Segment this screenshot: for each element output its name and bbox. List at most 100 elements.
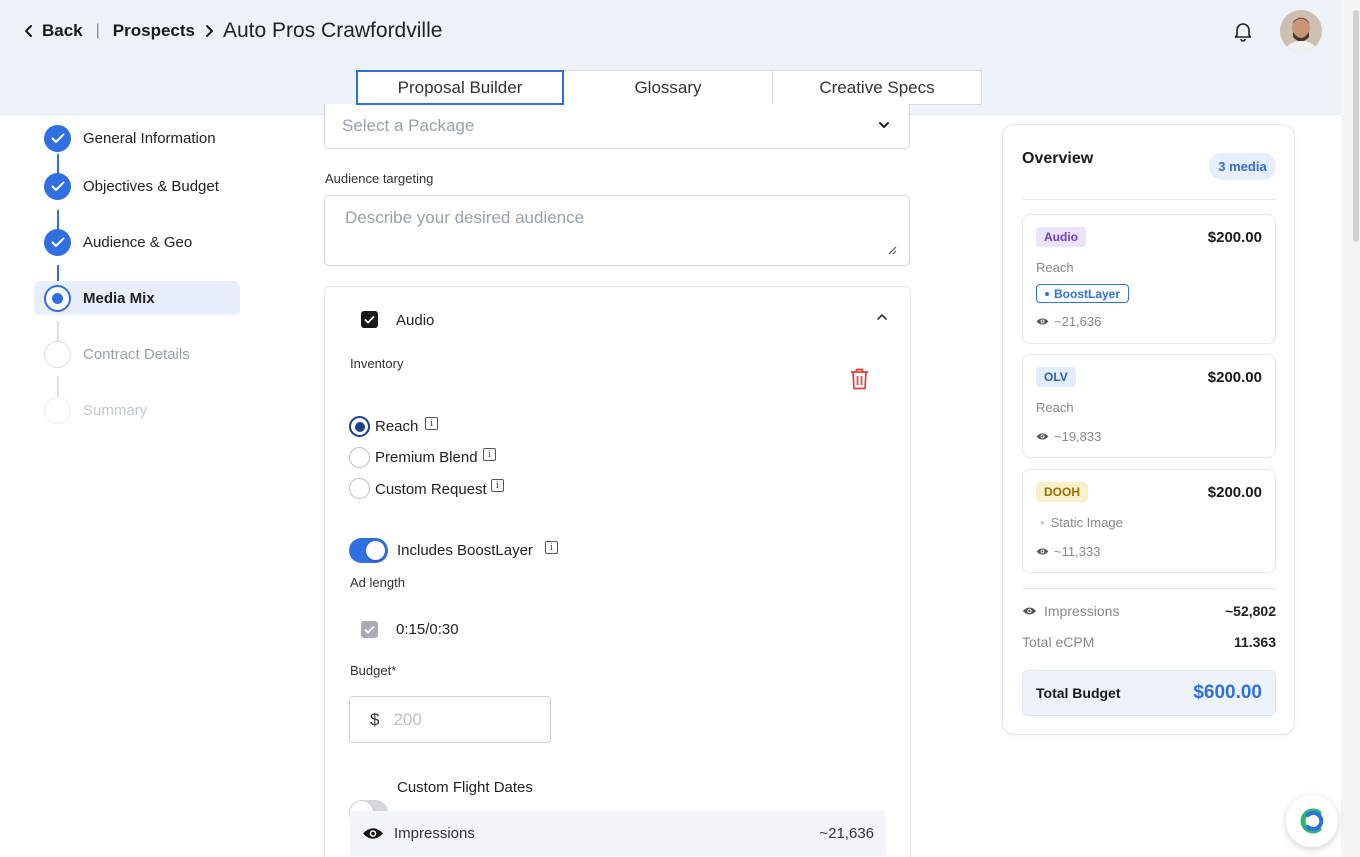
resize-grip-icon[interactable] bbox=[888, 246, 897, 255]
empty-circle-icon bbox=[44, 396, 71, 424]
check-icon bbox=[364, 315, 375, 324]
total-budget-value: $600.00 bbox=[1193, 682, 1262, 703]
total-budget-box: Total Budget $600.00 bbox=[1022, 670, 1276, 716]
info-icon[interactable]: i bbox=[545, 541, 558, 554]
chevron-left-icon bbox=[25, 25, 32, 37]
check-icon bbox=[364, 625, 375, 634]
step-media-mix[interactable]: Media Mix bbox=[34, 281, 240, 315]
package-select-placeholder: Select a Package bbox=[342, 116, 475, 135]
empty-circle-icon bbox=[44, 340, 71, 368]
scrollbar-thumb[interactable] bbox=[1353, 10, 1359, 242]
overview-media-dooh: DOOH $200.00 • Static Image ~11,333 bbox=[1022, 469, 1276, 573]
currency-symbol: $ bbox=[370, 709, 380, 729]
eye-icon bbox=[1036, 318, 1049, 325]
media-tag: OLV bbox=[1036, 367, 1076, 387]
audience-label: Audience targeting bbox=[325, 171, 434, 186]
tab-proposal-builder[interactable]: Proposal Builder bbox=[356, 70, 564, 105]
media-inventory: • Static Image bbox=[1040, 515, 1123, 530]
media-count-badge: 3 media bbox=[1209, 153, 1276, 180]
audio-checkbox[interactable] bbox=[361, 311, 378, 328]
divider bbox=[1022, 588, 1276, 589]
total-ecpm-row: Total eCPM 11.363 bbox=[1022, 634, 1276, 650]
breadcrumb-prospects-link[interactable]: Prospects bbox=[113, 21, 195, 41]
tab-glossary[interactable]: Glossary bbox=[563, 70, 773, 105]
current-step-icon bbox=[44, 284, 71, 312]
top-header: Back | Prospects Auto Pros Crawfordville… bbox=[0, 0, 1341, 115]
ecpm-value: 11.363 bbox=[1233, 634, 1276, 650]
step-objectives-budget[interactable]: Objectives & Budget bbox=[34, 158, 240, 214]
ad-length-value: 0:15/0:30 bbox=[396, 621, 459, 638]
media-price: $200.00 bbox=[1207, 229, 1262, 246]
step-label: Summary bbox=[83, 401, 148, 419]
media-name: Audio bbox=[396, 312, 435, 329]
total-budget-label: Total Budget bbox=[1036, 685, 1121, 701]
chevron-right-icon bbox=[204, 24, 214, 38]
chevron-down-icon bbox=[879, 122, 889, 128]
overview-media-olv: OLV $200.00 Reach ~19,833 bbox=[1022, 354, 1276, 458]
divider bbox=[1022, 199, 1276, 200]
breadcrumb-separator: | bbox=[95, 22, 100, 39]
info-icon[interactable]: i bbox=[483, 448, 496, 461]
bell-icon[interactable] bbox=[1232, 20, 1254, 42]
radio-premium-blend-label: Premium Blend bbox=[375, 449, 478, 466]
step-label: Contract Details bbox=[83, 345, 190, 363]
total-impressions-row: Impressions ~52,802 bbox=[1022, 603, 1276, 619]
step-audience-geo[interactable]: Audience & Geo bbox=[34, 214, 240, 270]
step-general-information[interactable]: General Information bbox=[34, 118, 240, 158]
custom-flight-label: Custom Flight Dates bbox=[397, 779, 533, 796]
step-summary[interactable]: Summary bbox=[34, 382, 240, 438]
radio-custom-request[interactable] bbox=[349, 478, 370, 499]
boostlayer-pill: BoostLayer bbox=[1036, 284, 1130, 303]
eye-icon bbox=[1036, 548, 1049, 555]
media-impressions: ~11,333 bbox=[1036, 544, 1100, 559]
radio-reach[interactable] bbox=[349, 416, 370, 437]
tab-creative-specs[interactable]: Creative Specs bbox=[772, 70, 982, 105]
avatar[interactable] bbox=[1280, 10, 1322, 52]
impressions-row: Impressions ~21,636 bbox=[350, 811, 886, 856]
back-button[interactable]: Back bbox=[24, 21, 83, 41]
info-icon[interactable]: i bbox=[425, 417, 438, 430]
media-inventory: Reach bbox=[1036, 400, 1074, 415]
budget-label: Budget* bbox=[350, 663, 397, 678]
package-select[interactable]: Select a Package bbox=[324, 104, 910, 149]
back-label: Back bbox=[42, 21, 83, 40]
media-inventory-value: Static Image bbox=[1050, 515, 1123, 530]
trash-icon[interactable] bbox=[850, 368, 869, 390]
page-title: Auto Pros Crawfordville bbox=[223, 19, 443, 42]
budget-input[interactable]: $ 200 bbox=[349, 696, 551, 743]
media-impressions: ~19,833 bbox=[1036, 429, 1101, 444]
overview-panel: Overview 3 media Audio $200.00 Reach Boo… bbox=[1002, 124, 1295, 735]
ad-length-label: Ad length bbox=[350, 575, 405, 590]
impressions-total-label: Impressions bbox=[1044, 603, 1120, 619]
chevron-up-icon[interactable] bbox=[875, 310, 889, 324]
step-contract-details[interactable]: Contract Details bbox=[34, 326, 240, 382]
media-price: $200.00 bbox=[1207, 369, 1262, 386]
overview-title: Overview bbox=[1022, 150, 1094, 167]
impressions-total-value: ~52,802 bbox=[1225, 603, 1276, 619]
media-impressions-value: ~21,636 bbox=[1054, 314, 1102, 329]
audience-textarea[interactable]: Describe your desired audience bbox=[324, 195, 910, 266]
check-icon bbox=[44, 228, 71, 256]
radio-premium-blend[interactable] bbox=[349, 447, 370, 468]
boostlayer-toggle[interactable] bbox=[349, 538, 388, 563]
eye-icon bbox=[1036, 433, 1049, 440]
radio-reach-label: Reach bbox=[375, 418, 419, 435]
media-card-audio: Audio Inventory Reach i Premium Blend i … bbox=[324, 286, 911, 857]
check-icon bbox=[44, 172, 71, 200]
media-inventory: Reach bbox=[1036, 260, 1074, 275]
check-icon bbox=[44, 124, 71, 152]
step-label: Media Mix bbox=[83, 289, 155, 307]
media-impressions-value: ~19,833 bbox=[1054, 429, 1102, 444]
inventory-label: Inventory bbox=[350, 356, 404, 371]
tab-bar: Proposal Builder Glossary Creative Specs bbox=[356, 70, 982, 105]
chat-assistant-button[interactable] bbox=[1286, 795, 1338, 847]
ad-length-checkbox[interactable] bbox=[361, 621, 378, 638]
boostlayer-label: Includes BoostLayer bbox=[397, 542, 533, 559]
progress-stepper: General Information Objectives & Budget … bbox=[34, 118, 240, 438]
info-icon[interactable]: i bbox=[491, 479, 504, 492]
impressions-value: ~21,636 bbox=[819, 825, 874, 842]
impressions-label: Impressions bbox=[394, 825, 475, 842]
ecpm-label: Total eCPM bbox=[1022, 634, 1095, 650]
step-label: Objectives & Budget bbox=[83, 177, 219, 195]
media-impressions-value: ~11,333 bbox=[1054, 544, 1101, 559]
